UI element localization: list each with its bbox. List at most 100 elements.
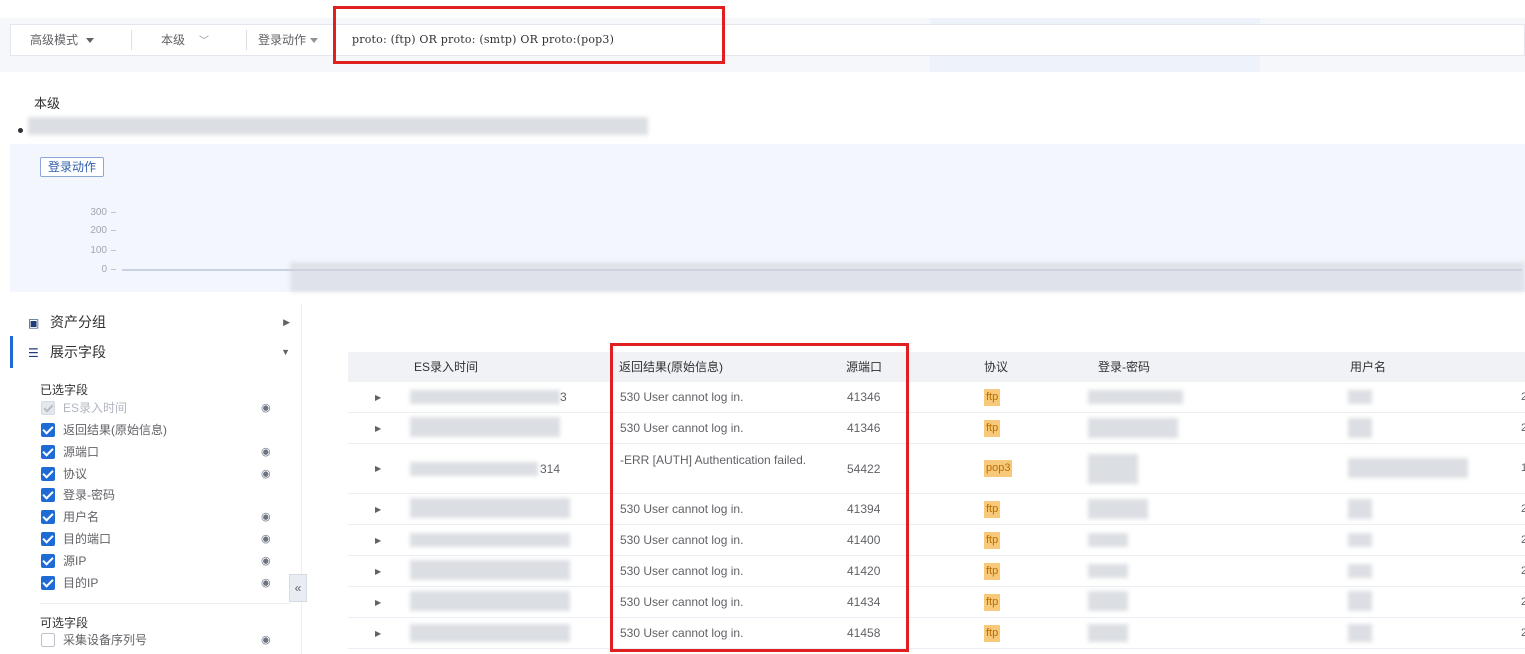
redacted-cell xyxy=(1088,533,1128,547)
expand-icon[interactable]: ▶ xyxy=(375,536,381,545)
field-src-ip[interactable]: 源IP ◉ xyxy=(41,552,281,570)
eye-icon[interactable]: ◉ xyxy=(261,465,271,483)
redacted-cell xyxy=(410,533,570,547)
table-row[interactable]: ▶ 530 User cannot log in. 41394 ftp 2 xyxy=(348,494,1525,525)
table-row[interactable]: ▶ 530 User cannot log in. 41346 ftp 2 xyxy=(348,413,1525,444)
eye-icon[interactable]: ◉ xyxy=(261,399,271,417)
field-label: ES录入时间 xyxy=(63,401,128,415)
field-dst-ip[interactable]: 目的IP ◉ xyxy=(41,574,281,592)
edge-cell: 2 xyxy=(1521,422,1525,434)
eye-icon[interactable]: ◉ xyxy=(261,574,271,592)
expand-icon[interactable]: ▶ xyxy=(375,567,381,576)
highlight-box xyxy=(610,343,909,652)
field-dst-port[interactable]: 目的端口 ◉ xyxy=(41,530,281,548)
field-device-serial[interactable]: 采集设备序列号 ◉ xyxy=(41,631,281,649)
y-tick-label: 200 xyxy=(76,225,116,236)
eye-icon[interactable]: ◉ xyxy=(261,530,271,548)
column-header-login-password[interactable]: 登录-密码 xyxy=(1098,352,1150,382)
redacted-cell xyxy=(1348,418,1372,438)
redacted-chart-bars xyxy=(290,262,1525,292)
chevron-down-icon: ﹀ xyxy=(199,36,210,47)
time-cell-suffix: 314 xyxy=(540,462,561,476)
query-toolbar: 高级模式 本级 ﹀ 登录动作 proto: (ftp) OR proto: (sm… xyxy=(0,18,1525,72)
redacted-cell xyxy=(410,560,570,580)
redacted-cell xyxy=(1348,533,1372,547)
protocol-tag: pop3 xyxy=(984,460,1013,477)
checkbox[interactable] xyxy=(41,510,55,524)
bullet xyxy=(18,128,23,133)
sidebar-item-asset-group[interactable]: ▣ 资产分组 ▶ xyxy=(10,306,302,338)
checkbox[interactable] xyxy=(41,633,55,647)
redacted-cell xyxy=(1088,564,1128,578)
redacted-cell xyxy=(1348,390,1372,404)
y-tick-label: 300 xyxy=(76,207,116,218)
eye-icon[interactable]: ◉ xyxy=(261,552,271,570)
edge-cell: 2 xyxy=(1521,627,1525,639)
table-header: ES录入时间 返回结果(原始信息) 源端口 协议 登录-密码 用户名 xyxy=(348,352,1525,382)
table-row[interactable]: ▶ 530 User cannot log in. 41400 ftp 2 xyxy=(348,525,1525,556)
table-row[interactable]: ▶ 530 User cannot log in. 41434 ftp 2 xyxy=(348,587,1525,618)
time-cell-suffix: 3 xyxy=(560,390,567,404)
protocol-tag: ftp xyxy=(984,594,1001,611)
expand-icon[interactable]: ▶ xyxy=(375,598,381,607)
checkbox[interactable] xyxy=(41,532,55,546)
column-header-protocol[interactable]: 协议 xyxy=(984,352,1008,382)
checkbox[interactable] xyxy=(41,423,55,437)
org-tree-icon: ▣ xyxy=(28,316,40,330)
mode-dropdown[interactable]: 高级模式 xyxy=(30,25,95,55)
protocol-tag: ftp xyxy=(984,389,1001,406)
eye-icon[interactable]: ◉ xyxy=(261,443,271,461)
action-dropdown[interactable]: 登录动作 xyxy=(258,25,319,55)
protocol-tag: ftp xyxy=(984,420,1001,437)
expand-icon[interactable]: ▶ xyxy=(375,393,381,402)
redacted-cell xyxy=(1348,624,1372,642)
field-protocol[interactable]: 协议 ◉ xyxy=(41,465,281,483)
redacted-cell xyxy=(410,462,538,476)
checkbox[interactable] xyxy=(41,488,55,502)
eye-icon[interactable]: ◉ xyxy=(261,508,271,526)
redacted-cell xyxy=(1348,591,1372,611)
table-row[interactable]: ▶ 530 User cannot log in. 41458 ftp 2 xyxy=(348,618,1525,649)
divider xyxy=(246,30,247,50)
field-username[interactable]: 用户名 ◉ xyxy=(41,508,281,526)
scope-label: 本级 xyxy=(161,33,186,47)
redacted-cell xyxy=(1088,624,1128,642)
expand-icon[interactable]: ▶ xyxy=(375,505,381,514)
redacted-cell xyxy=(1088,454,1138,484)
edge-cell: 2 xyxy=(1521,391,1525,403)
checkbox[interactable] xyxy=(41,467,55,481)
checkbox[interactable] xyxy=(41,401,55,415)
collapse-sidebar-button[interactable]: « xyxy=(289,574,307,602)
table-row[interactable]: ▶ 530 User cannot log in. 41420 ftp 2 xyxy=(348,556,1525,587)
eye-icon[interactable]: ◉ xyxy=(261,631,271,649)
table-row[interactable]: ▶ 314 -ERR [AUTH] Authentication failed.… xyxy=(348,444,1525,494)
redacted-cell xyxy=(1348,564,1372,578)
redacted-cell xyxy=(410,390,560,404)
edge-cell: 2 xyxy=(1521,565,1525,577)
redacted-cell xyxy=(410,624,570,642)
checkbox[interactable] xyxy=(41,576,55,590)
field-login-password[interactable]: 登录-密码 xyxy=(41,486,281,504)
expand-icon[interactable]: ▶ xyxy=(375,424,381,433)
redacted-cell xyxy=(1348,499,1372,519)
caret-down-icon xyxy=(310,38,319,44)
column-header-es-time[interactable]: ES录入时间 xyxy=(414,352,478,382)
checkbox[interactable] xyxy=(41,445,55,459)
redacted-cell xyxy=(1348,458,1468,478)
chevron-down-icon: ▼ xyxy=(281,347,290,357)
field-result[interactable]: 返回结果(原始信息) xyxy=(41,421,281,439)
table-row[interactable]: ▶ 3 530 User cannot log in. 41346 ftp 2 xyxy=(348,382,1525,413)
scope-dropdown[interactable]: 本级 ﹀ xyxy=(161,25,209,55)
divider xyxy=(131,30,132,50)
field-label: 返回结果(原始信息) xyxy=(63,423,167,437)
expand-icon[interactable]: ▶ xyxy=(375,629,381,638)
sidebar-item-display-fields[interactable]: ☰ 展示字段 ▼ xyxy=(10,336,302,368)
field-label: 目的IP xyxy=(63,576,99,590)
expand-icon[interactable]: ▶ xyxy=(375,464,381,473)
field-src-port[interactable]: 源端口 ◉ xyxy=(41,443,281,461)
column-header-username[interactable]: 用户名 xyxy=(1350,352,1386,382)
chart-action-button[interactable]: 登录动作 xyxy=(40,157,105,177)
redacted-cell xyxy=(1088,390,1183,404)
field-es-time[interactable]: ES录入时间 ◉ xyxy=(41,399,281,417)
checkbox[interactable] xyxy=(41,554,55,568)
